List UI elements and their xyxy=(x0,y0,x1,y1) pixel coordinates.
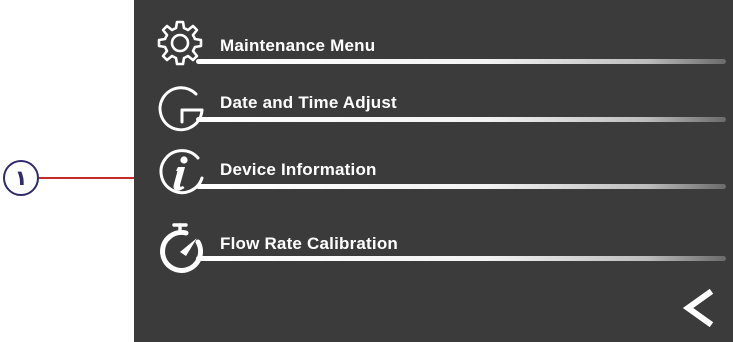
menu-item-date-time[interactable]: Date and Time Adjust xyxy=(134,76,733,136)
menu-item-label: Maintenance Menu xyxy=(220,36,376,55)
menu-item-underline xyxy=(196,117,726,122)
menu-item-underline xyxy=(196,59,726,64)
menu-item-label: Date and Time Adjust xyxy=(220,93,397,112)
menu-item-flow-rate-calibration[interactable]: Flow Rate Calibration xyxy=(134,216,733,276)
callout-number-badge: ١ xyxy=(3,160,39,196)
stopwatch-icon xyxy=(154,218,210,274)
chevron-left-icon xyxy=(682,288,714,328)
menu-item-underline xyxy=(196,184,726,189)
menu-item-underline xyxy=(196,256,726,261)
menu-item-label: Device Information xyxy=(220,160,377,179)
device-screen: Maintenance Menu Date and Time Adjust De… xyxy=(134,0,733,342)
clock-icon xyxy=(152,80,208,136)
menu-item-device-information[interactable]: Device Information xyxy=(134,140,733,200)
back-button[interactable] xyxy=(679,288,715,328)
menu-item-maintenance[interactable]: Maintenance Menu xyxy=(134,14,733,74)
info-icon xyxy=(152,144,208,200)
menu-item-label: Flow Rate Calibration xyxy=(220,234,398,253)
